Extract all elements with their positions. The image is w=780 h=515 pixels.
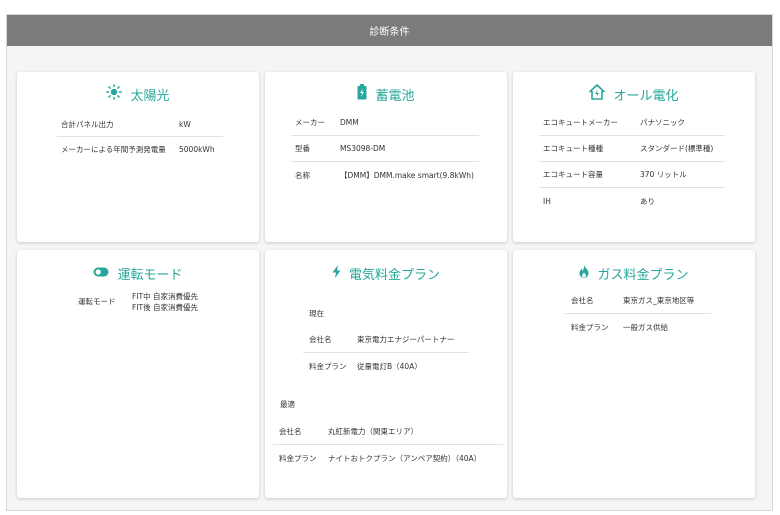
battery-icon bbox=[357, 84, 375, 104]
row-value: MS3098-DM bbox=[340, 144, 386, 153]
page-title: 診断条件 bbox=[369, 27, 410, 38]
row-label: 料金プラン bbox=[279, 453, 317, 463]
all-electric-card-header: オール電化 bbox=[513, 84, 755, 104]
row-value: あり bbox=[640, 196, 655, 206]
conditions-panel: 診断条件 太陽光 合計パネル出力 kW メーカーによる年間予測発電量 5000k… bbox=[6, 14, 773, 511]
electric-plan-card-header: 電気料金プラン bbox=[265, 263, 507, 283]
page-header: 診断条件 bbox=[7, 15, 772, 46]
house-plug-icon bbox=[589, 84, 613, 104]
row-label: メーカーによる年間予測発電量 bbox=[61, 145, 166, 154]
table-row: 料金プラン 従量電灯B（40A） bbox=[303, 353, 469, 379]
row-value: 370 リットル bbox=[640, 170, 687, 179]
table-row: エコキュート種種 スタンダード(標準種) bbox=[539, 136, 725, 162]
mode-card-header: 運転モード bbox=[17, 263, 259, 283]
solar-card-header: 太陽光 bbox=[17, 84, 259, 104]
row-value: DMM bbox=[340, 118, 359, 127]
table-row: 会社名 東京電力エナジーパートナー bbox=[303, 327, 469, 353]
row-label: 料金プラン bbox=[571, 322, 609, 332]
row-value: 東京ガス_東京地区等 bbox=[623, 296, 695, 305]
row-label: 会社名 bbox=[571, 296, 594, 305]
row-label: メーカー bbox=[295, 118, 325, 127]
electric-plan-card: 電気料金プラン 現在 会社名 東京電力エナジーパートナー 料金プラン 従量電灯B… bbox=[265, 250, 507, 498]
table-row: 名称 【DMM】DMM.make smart(9.8kWh) bbox=[291, 162, 479, 188]
mode-value-line: FIT中 自家消費優先 bbox=[132, 292, 198, 301]
mode-card-title: 運転モード bbox=[117, 267, 183, 283]
lightning-icon bbox=[332, 264, 349, 282]
row-value: 【DMM】DMM.make smart(9.8kWh) bbox=[340, 170, 474, 180]
row-label: 会社名 bbox=[279, 427, 302, 436]
battery-card: 蓄電池 メーカー DMM 型番 MS3098-DM 名称 【DMM】DMM.ma… bbox=[265, 72, 507, 242]
flame-icon bbox=[579, 264, 597, 282]
row-value: 一般ガス供給 bbox=[623, 322, 668, 332]
solar-card-title: 太陽光 bbox=[130, 88, 170, 104]
table-row: メーカー DMM bbox=[291, 110, 479, 136]
mode-value-line: FIT後 自家消費優先 bbox=[132, 303, 198, 312]
solar-card: 太陽光 合計パネル出力 kW メーカーによる年間予測発電量 5000kWh bbox=[17, 72, 259, 242]
row-label: 合計パネル出力 bbox=[61, 119, 114, 129]
table-row: 合計パネル出力 kW bbox=[57, 112, 223, 137]
optimal-label: 最適 bbox=[280, 400, 295, 409]
row-value: 5000kWh bbox=[179, 145, 215, 154]
row-value: ナイトおトクプラン（アンペア契約）（40A） bbox=[328, 453, 482, 463]
table-row: 型番 MS3098-DM bbox=[291, 136, 479, 162]
row-value: kW bbox=[179, 119, 191, 129]
row-value: スタンダード(標準種) bbox=[640, 144, 714, 153]
row-label: IH bbox=[543, 196, 551, 206]
battery-card-title: 蓄電池 bbox=[375, 88, 415, 104]
row-value: 従量電灯B（40A） bbox=[357, 361, 422, 371]
table-row: 会社名 丸紅新電力（関東エリア） bbox=[273, 419, 503, 445]
row-label: エコキュート容量 bbox=[543, 170, 603, 179]
table-row: IH あり bbox=[539, 188, 725, 214]
gas-plan-card-header: ガス料金プラン bbox=[513, 263, 755, 283]
gas-plan-card-title: ガス料金プラン bbox=[597, 267, 689, 283]
table-row: 料金プラン ナイトおトクプラン（アンペア契約）（40A） bbox=[273, 445, 503, 471]
row-label: 型番 bbox=[295, 144, 310, 153]
mode-label: 運転モード bbox=[78, 297, 116, 306]
table-row: メーカーによる年間予測発電量 5000kWh bbox=[57, 137, 223, 162]
table-row: 料金プラン 一般ガス供給 bbox=[565, 314, 711, 340]
mode-card: 運転モード 運転モード FIT中 自家消費優先 FIT後 自家消費優先 bbox=[17, 250, 259, 498]
row-label: 名称 bbox=[295, 170, 310, 180]
gas-plan-card: ガス料金プラン 会社名 東京ガス_東京地区等 料金プラン 一般ガス供給 bbox=[513, 250, 755, 498]
current-label: 現在 bbox=[309, 309, 324, 318]
row-label: 料金プラン bbox=[309, 361, 347, 371]
electric-plan-card-title: 電気料金プラン bbox=[348, 267, 440, 283]
toggle-icon bbox=[93, 266, 117, 281]
row-value: パナソニック bbox=[640, 118, 685, 127]
table-row: 会社名 東京ガス_東京地区等 bbox=[565, 288, 711, 314]
sun-icon bbox=[106, 84, 130, 104]
row-value: 東京電力エナジーパートナー bbox=[357, 335, 455, 344]
row-label: 会社名 bbox=[309, 335, 332, 344]
table-row: エコキュートメーカー パナソニック bbox=[539, 110, 725, 136]
row-value: 丸紅新電力（関東エリア） bbox=[328, 427, 418, 436]
row-label: エコキュート種種 bbox=[543, 144, 603, 153]
all-electric-card-title: オール電化 bbox=[613, 88, 679, 104]
battery-card-header: 蓄電池 bbox=[265, 84, 507, 104]
table-row: エコキュート容量 370 リットル bbox=[539, 162, 725, 188]
row-label: エコキュートメーカー bbox=[543, 118, 618, 127]
all-electric-card: オール電化 エコキュートメーカー パナソニック エコキュート種種 スタンダード(… bbox=[513, 72, 755, 242]
